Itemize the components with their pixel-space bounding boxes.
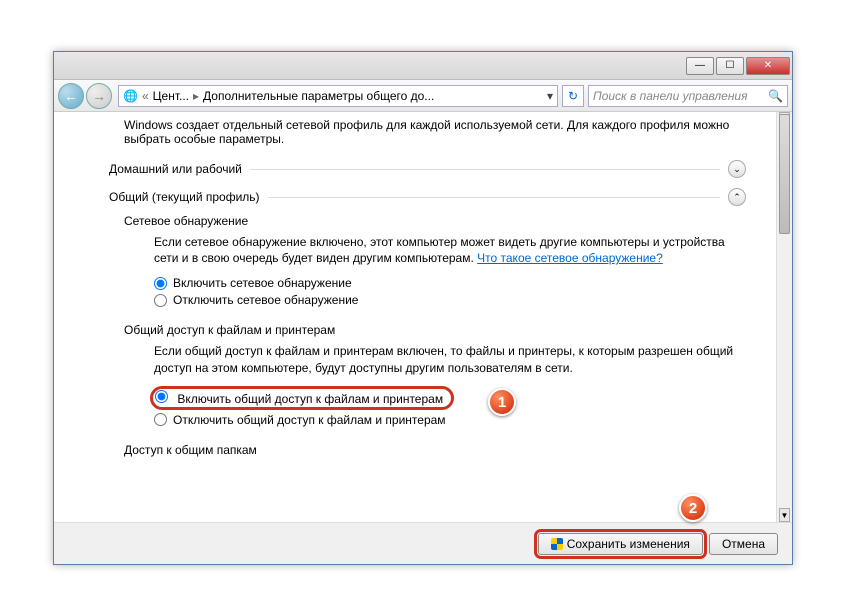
breadcrumb-2[interactable]: Дополнительные параметры общего до...: [203, 89, 434, 103]
section-home-label: Домашний или рабочий: [109, 162, 242, 176]
fs-enable-row[interactable]: Включить общий доступ к файлам и принтер…: [154, 386, 746, 410]
content-area: Windows создает отдельный сетевой профил…: [54, 112, 792, 522]
close-button[interactable]: ✕: [746, 57, 790, 75]
refresh-button[interactable]: ↻: [562, 85, 584, 107]
forward-button: →: [86, 83, 112, 109]
fs-disable-radio[interactable]: [154, 413, 167, 426]
fs-disable-label: Отключить общий доступ к файлам и принте…: [173, 413, 446, 427]
section-public[interactable]: Общий (текущий профиль) ⌃: [109, 188, 746, 206]
scrollbar-thumb[interactable]: [779, 114, 790, 234]
nd-enable-radio[interactable]: [154, 277, 167, 290]
nd-enable-label: Включить сетевое обнаружение: [173, 276, 352, 290]
section-public-label: Общий (текущий профиль): [109, 190, 260, 204]
nd-disable-radio[interactable]: [154, 294, 167, 307]
vertical-scrollbar[interactable]: ▲ ▼: [776, 112, 792, 522]
section-home[interactable]: Домашний или рабочий ⌄: [109, 160, 746, 178]
control-panel-window: — ☐ ✕ ← → 🌐 « Цент... ▸ Дополнительные п…: [53, 51, 793, 565]
breadcrumb-1[interactable]: Цент...: [153, 89, 189, 103]
network-discovery-desc: Если сетевое обнаружение включено, этот …: [154, 234, 746, 266]
search-placeholder: Поиск в панели управления: [593, 89, 748, 103]
search-icon: 🔍: [768, 89, 783, 103]
divider: [268, 197, 720, 198]
network-discovery-heading: Сетевое обнаружение: [124, 214, 746, 228]
scroll-viewport: Windows создает отдельный сетевой профил…: [54, 112, 776, 522]
file-sharing-desc: Если общий доступ к файлам и принтерам в…: [154, 343, 746, 375]
footer-bar: Сохранить изменения Отмена: [54, 522, 792, 564]
save-button[interactable]: Сохранить изменения: [538, 533, 703, 555]
intro-text: Windows создает отдельный сетевой профил…: [124, 118, 746, 146]
minimize-button[interactable]: —: [686, 57, 714, 75]
scroll-down-icon[interactable]: ▼: [779, 508, 790, 522]
globe-icon: 🌐: [123, 89, 138, 103]
fs-disable-row[interactable]: Отключить общий доступ к файлам и принте…: [154, 413, 746, 427]
chevron-right-icon: ▸: [193, 89, 199, 103]
chevron-down-icon[interactable]: ⌄: [728, 160, 746, 178]
titlebar: — ☐ ✕: [54, 52, 792, 80]
breadcrumb-sep-icon: «: [142, 89, 149, 103]
nd-disable-label: Отключить сетевое обнаружение: [173, 293, 358, 307]
callout-2: 2: [679, 494, 707, 522]
highlight-1: Включить общий доступ к файлам и принтер…: [150, 386, 454, 410]
shield-icon: [551, 538, 563, 550]
callout-1: 1: [488, 388, 516, 416]
chevron-up-icon[interactable]: ⌃: [728, 188, 746, 206]
divider: [250, 169, 720, 170]
fs-enable-label: Включить общий доступ к файлам и принтер…: [177, 392, 443, 406]
public-folders-heading: Доступ к общим папкам: [124, 443, 746, 457]
cancel-label: Отмена: [722, 537, 765, 551]
cancel-button[interactable]: Отмена: [709, 533, 778, 555]
search-input[interactable]: Поиск в панели управления 🔍: [588, 85, 788, 107]
address-dropdown-icon[interactable]: ▾: [547, 89, 553, 103]
file-sharing-heading: Общий доступ к файлам и принтерам: [124, 323, 746, 337]
maximize-button[interactable]: ☐: [716, 57, 744, 75]
nd-disable-row[interactable]: Отключить сетевое обнаружение: [154, 293, 746, 307]
nd-enable-row[interactable]: Включить сетевое обнаружение: [154, 276, 746, 290]
back-button[interactable]: ←: [58, 83, 84, 109]
what-is-link[interactable]: Что такое сетевое обнаружение?: [477, 251, 663, 265]
address-bar[interactable]: 🌐 « Цент... ▸ Дополнительные параметры о…: [118, 85, 558, 107]
save-label: Сохранить изменения: [567, 537, 690, 551]
fs-enable-radio[interactable]: [155, 390, 168, 403]
nav-toolbar: ← → 🌐 « Цент... ▸ Дополнительные парамет…: [54, 80, 792, 112]
